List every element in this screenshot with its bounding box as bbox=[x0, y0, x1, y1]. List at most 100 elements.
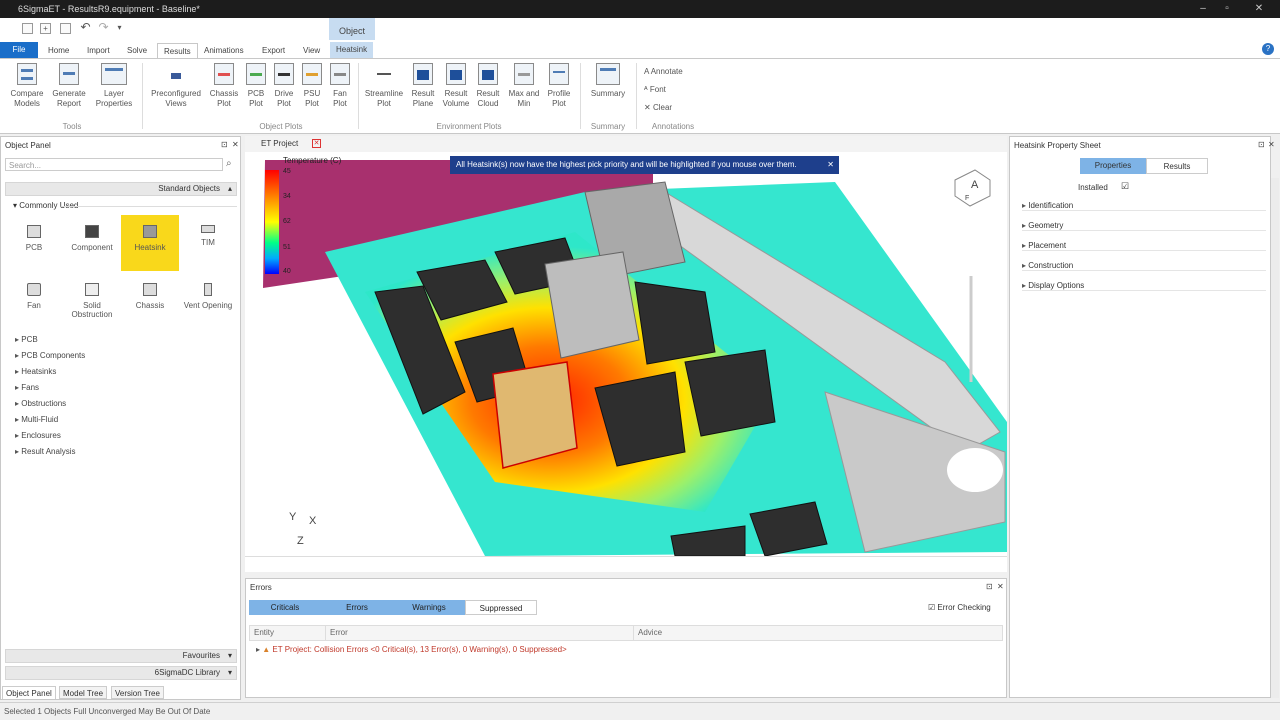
generate-report-button[interactable]: Generate Report bbox=[50, 63, 88, 109]
max-min-button[interactable]: Max and Min bbox=[504, 63, 544, 109]
minimize-icon[interactable]: – bbox=[1192, 2, 1214, 15]
installed-checkbox[interactable]: ☑ bbox=[1121, 181, 1129, 192]
legend-tick: 45 bbox=[283, 168, 291, 175]
column-error[interactable]: Error bbox=[326, 625, 634, 641]
close-tab-icon[interactable]: ✕ bbox=[312, 139, 321, 148]
filter-warnings-button[interactable]: Warnings bbox=[393, 600, 465, 615]
chassis-plot-button[interactable]: Chassis Plot bbox=[208, 63, 240, 109]
tree-multi-fluid[interactable]: Multi-Fluid bbox=[15, 415, 58, 424]
close-panel-icon[interactable]: ✕ bbox=[232, 140, 239, 149]
font-button[interactable]: ᴬ Font bbox=[644, 85, 666, 94]
psu-plot-button[interactable]: PSU Plot bbox=[298, 63, 326, 109]
tab-model-tree[interactable]: Model Tree bbox=[59, 686, 108, 699]
close-panel-icon[interactable]: ✕ bbox=[1268, 140, 1275, 149]
pin-icon[interactable]: ⊡ bbox=[1258, 140, 1265, 149]
tab-view[interactable]: View bbox=[297, 43, 326, 58]
group-construction[interactable]: Construction bbox=[1022, 261, 1266, 271]
open-icon[interactable]: + bbox=[40, 23, 51, 34]
tile-solid-obstruction[interactable]: Solid Obstruction bbox=[63, 273, 121, 329]
table-row[interactable]: ▸ ▲ ET Project: Collision Errors <0 Crit… bbox=[256, 645, 567, 654]
tab-solve[interactable]: Solve bbox=[121, 43, 153, 58]
fan-plot-button[interactable]: Fan Plot bbox=[326, 63, 354, 109]
search-input[interactable]: Search... bbox=[5, 158, 223, 171]
new-icon[interactable] bbox=[22, 23, 33, 34]
summary-button[interactable]: Summary bbox=[584, 63, 632, 99]
filter-errors-button[interactable]: Errors bbox=[321, 600, 393, 615]
undo-icon[interactable]: ↶ bbox=[80, 21, 91, 34]
error-checking-checkbox[interactable]: ☑ Error Checking bbox=[928, 603, 991, 612]
layer-properties-button[interactable]: Layer Properties bbox=[92, 63, 136, 109]
favourites-bar[interactable]: Favourites ▾ bbox=[5, 649, 237, 663]
pin-icon[interactable]: ⊡ bbox=[221, 140, 228, 149]
view-cube-label[interactable]: A bbox=[971, 179, 979, 191]
tree-pcb[interactable]: PCB bbox=[15, 335, 37, 344]
tab-import[interactable]: Import bbox=[81, 43, 116, 58]
save-icon[interactable] bbox=[60, 23, 71, 34]
tab-properties[interactable]: Properties bbox=[1080, 158, 1146, 174]
column-advice[interactable]: Advice bbox=[634, 625, 1002, 641]
tile-pcb[interactable]: PCB bbox=[5, 215, 63, 271]
tab-et-project[interactable]: ET Project bbox=[261, 139, 298, 148]
tile-heatsink[interactable]: Heatsink bbox=[121, 215, 179, 271]
group-summary-label: Summary bbox=[590, 122, 626, 131]
vertical-scrollbar[interactable] bbox=[1271, 178, 1279, 698]
qat-dropdown-icon[interactable]: ▾ bbox=[114, 23, 125, 34]
close-panel-icon[interactable]: ✕ bbox=[997, 582, 1004, 591]
tab-results[interactable]: Results bbox=[157, 43, 198, 58]
tree-heatsinks[interactable]: Heatsinks bbox=[15, 367, 56, 376]
tile-tim[interactable]: TIM bbox=[179, 215, 237, 271]
tree-enclosures[interactable]: Enclosures bbox=[15, 431, 61, 440]
tab-home[interactable]: Home bbox=[42, 43, 75, 58]
standard-objects-bar[interactable]: Standard Objects ▴ bbox=[5, 182, 237, 196]
close-window-icon[interactable]: ✕ bbox=[1244, 2, 1274, 15]
tile-component[interactable]: Component bbox=[63, 215, 121, 271]
tab-file[interactable]: File bbox=[0, 42, 38, 58]
annotate-button[interactable]: A Annotate bbox=[644, 67, 683, 76]
drive-plot-icon bbox=[274, 63, 294, 85]
streamline-plot-button[interactable]: Streamline Plot bbox=[362, 63, 406, 109]
result-plane-button[interactable]: Result Plane bbox=[408, 63, 438, 109]
pin-icon[interactable]: ⊡ bbox=[986, 582, 993, 591]
group-geometry[interactable]: Geometry bbox=[1022, 221, 1266, 231]
preconfigured-views-button[interactable]: Preconfigured Views bbox=[146, 63, 206, 109]
tab-property-results[interactable]: Results bbox=[1146, 158, 1208, 174]
legend-tick: 34 bbox=[283, 193, 291, 200]
library-bar[interactable]: 6SigmaDC Library ▾ bbox=[5, 666, 237, 680]
search-icon[interactable]: ⌕ bbox=[226, 158, 232, 169]
redo-icon[interactable]: ↷ bbox=[98, 21, 109, 34]
result-cloud-button[interactable]: Result Cloud bbox=[474, 63, 502, 109]
result-volume-button[interactable]: Result Volume bbox=[440, 63, 472, 109]
tab-version-tree[interactable]: Version Tree bbox=[111, 686, 164, 699]
tree-result-analysis[interactable]: Result Analysis bbox=[15, 447, 75, 456]
tile-chassis[interactable]: Chassis bbox=[121, 273, 179, 329]
tree-obstructions[interactable]: Obstructions bbox=[15, 399, 66, 408]
pcb-plot-button[interactable]: PCB Plot bbox=[242, 63, 270, 109]
tab-object-panel[interactable]: Object Panel bbox=[2, 686, 56, 699]
tab-export[interactable]: Export bbox=[256, 43, 291, 58]
tile-vent-opening[interactable]: Vent Opening bbox=[179, 273, 237, 329]
profile-plot-button[interactable]: Profile Plot bbox=[544, 63, 574, 109]
compare-models-button[interactable]: Compare Models bbox=[6, 63, 48, 109]
obstruction-icon bbox=[85, 283, 99, 296]
group-placement[interactable]: Placement bbox=[1022, 241, 1266, 251]
close-notice-icon[interactable]: ✕ bbox=[827, 156, 834, 174]
tree-pcb-components[interactable]: PCB Components bbox=[15, 351, 85, 360]
horizontal-scrollbar[interactable] bbox=[245, 556, 1007, 572]
legend-tick: 62 bbox=[283, 218, 291, 225]
drive-plot-button[interactable]: Drive Plot bbox=[270, 63, 298, 109]
column-entity[interactable]: Entity bbox=[250, 625, 326, 641]
maximize-icon[interactable]: ▫ bbox=[1216, 2, 1238, 15]
filter-criticals-button[interactable]: Criticals bbox=[249, 600, 321, 615]
3d-viewport[interactable]: A F Y X Z Temperature (C) 45 34 62 51 40 bbox=[245, 152, 1007, 572]
filter-suppressed-button[interactable]: Suppressed bbox=[465, 600, 537, 615]
help-icon[interactable]: ? bbox=[1262, 43, 1274, 55]
clear-button[interactable]: ✕ Clear bbox=[644, 103, 672, 112]
tab-animations[interactable]: Animations bbox=[198, 43, 250, 58]
tab-heatsink[interactable]: Heatsink bbox=[330, 42, 374, 58]
group-environment-plots-label: Environment Plots bbox=[436, 122, 502, 131]
tile-fan[interactable]: Fan bbox=[5, 273, 63, 329]
group-identification[interactable]: Identification bbox=[1022, 201, 1266, 211]
ribbon-separator bbox=[636, 63, 637, 129]
tree-fans[interactable]: Fans bbox=[15, 383, 39, 392]
group-display-options[interactable]: Display Options bbox=[1022, 281, 1266, 291]
